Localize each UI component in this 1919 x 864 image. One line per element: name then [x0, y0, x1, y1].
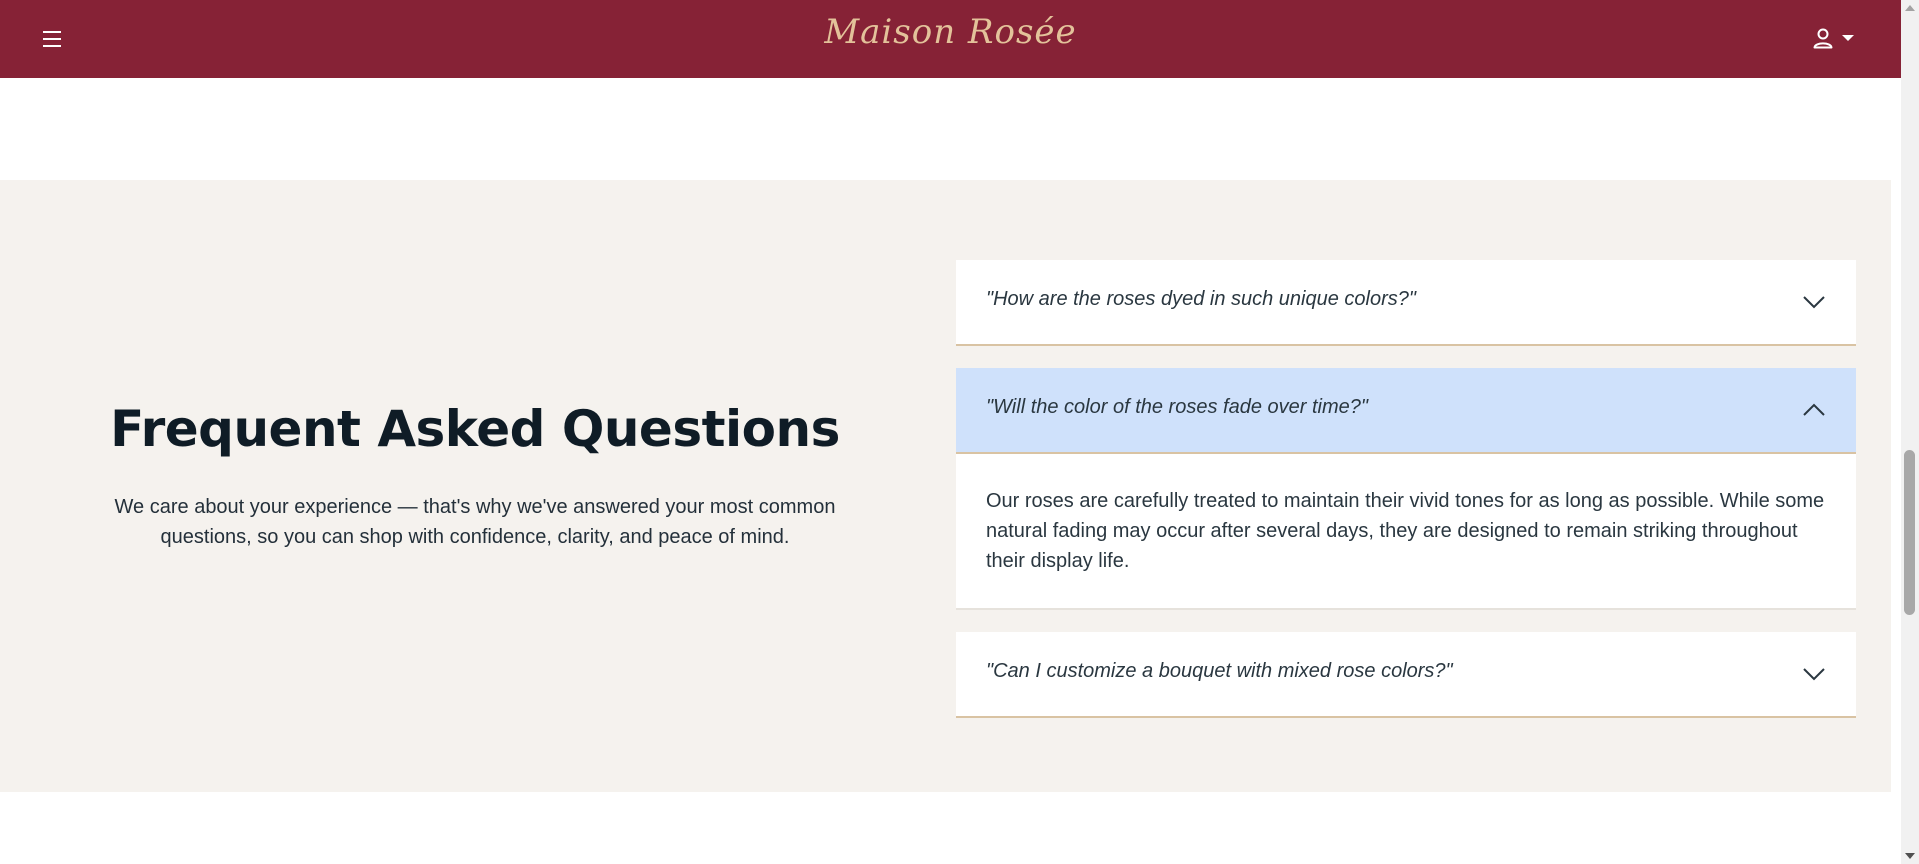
chevron-up-icon — [1803, 403, 1825, 416]
faq-question-toggle[interactable]: "How are the roses dyed in such unique c… — [956, 260, 1856, 344]
scroll-up-arrow-icon[interactable] — [1905, 5, 1915, 11]
faq-subtitle: We care about your experience — that's w… — [114, 496, 836, 548]
chevron-down-icon — [1842, 35, 1854, 41]
faq-title: Frequent Asked Questions — [110, 400, 840, 458]
faq-item: "How are the roses dyed in such unique c… — [956, 260, 1856, 346]
site-header: Maison Rosée — [0, 0, 1901, 78]
scroll-down-arrow-icon[interactable] — [1905, 853, 1915, 859]
account-menu-button[interactable] — [1812, 22, 1868, 54]
brand-logo[interactable]: Maison Rosée — [0, 12, 1901, 52]
faq-question-text: "How are the roses dyed in such unique c… — [986, 288, 1416, 310]
faq-question-text: "Can I customize a bouquet with mixed ro… — [986, 660, 1453, 682]
user-icon — [1813, 28, 1833, 49]
faq-section: Frequent Asked Questions We care about y… — [0, 180, 1891, 792]
faq-question-toggle[interactable]: "Can I customize a bouquet with mixed ro… — [956, 632, 1856, 716]
faq-question-text: "Will the color of the roses fade over t… — [986, 396, 1368, 418]
faq-question-toggle[interactable]: "Will the color of the roses fade over t… — [956, 368, 1856, 454]
faq-accordion: "How are the roses dyed in such unique c… — [956, 260, 1856, 740]
faq-item: "Can I customize a bouquet with mixed ro… — [956, 632, 1856, 718]
faq-item-expanded: "Will the color of the roses fade over t… — [956, 368, 1856, 610]
chevron-down-icon — [1803, 668, 1825, 681]
page-scrollbar[interactable] — [1901, 0, 1919, 864]
chevron-down-icon — [1803, 296, 1825, 309]
scrollbar-thumb[interactable] — [1904, 450, 1915, 615]
faq-answer-text: Our roses are carefully treated to maint… — [956, 454, 1856, 610]
